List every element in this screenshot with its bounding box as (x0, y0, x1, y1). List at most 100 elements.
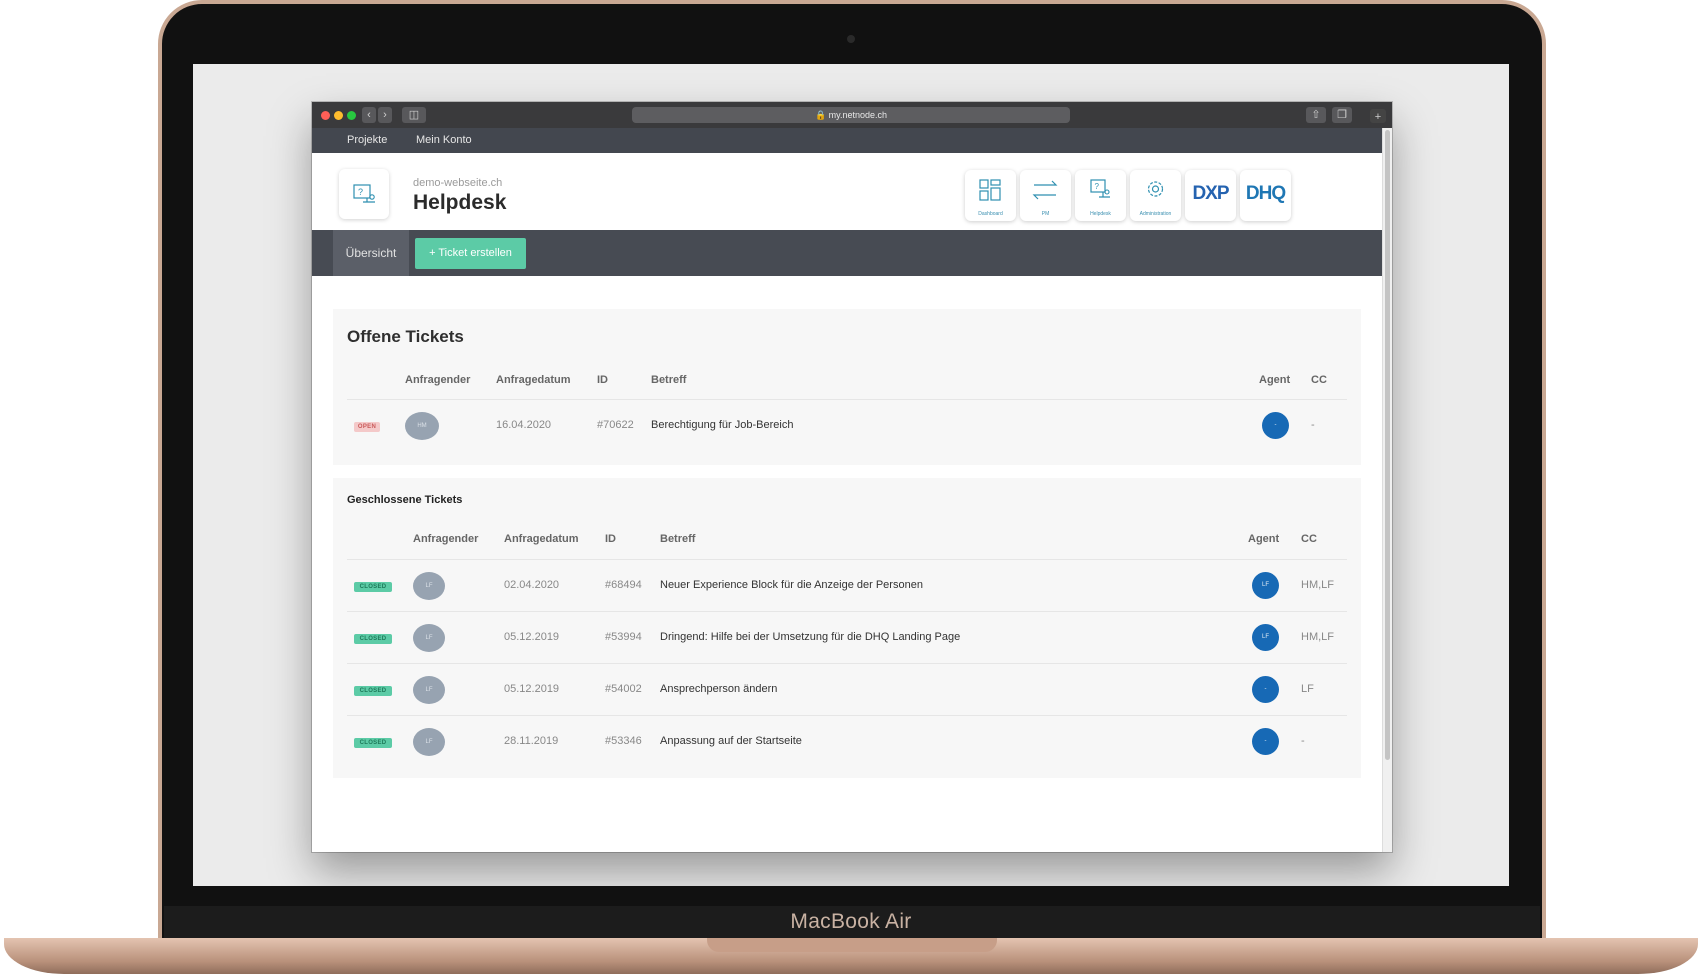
ticket-id: #53994 (605, 631, 642, 643)
scrollbar[interactable] (1382, 128, 1392, 852)
laptop-mockup: ‹ › ◫ 🔒 my.netnode.ch ⇧ ❐ + Projekte Mei… (0, 0, 1702, 976)
column-header: Anfragender (405, 374, 471, 386)
agent-avatar: LF (1252, 624, 1279, 651)
column-header: Betreff (660, 533, 696, 545)
browser-titlebar: ‹ › ◫ 🔒 my.netnode.ch ⇧ ❐ + (312, 102, 1392, 128)
ticket-id: #68494 (605, 579, 642, 591)
svg-text:?: ? (1095, 182, 1100, 191)
open-tickets-title: Offene Tickets (347, 327, 464, 346)
column-header: Betreff (651, 374, 687, 386)
ticket-id: #53346 (605, 735, 642, 747)
forward-button[interactable]: › (378, 107, 392, 123)
gear-icon (1147, 181, 1164, 197)
agent-avatar: - (1252, 728, 1279, 755)
ticket-subject[interactable]: Neuer Experience Block für die Anzeige d… (660, 579, 923, 591)
app-label: PM (1041, 211, 1050, 217)
app-administration-button[interactable]: Administration (1130, 170, 1181, 221)
table-row[interactable]: OPEN HM 16.04.2020 #70622 Berechtigung f… (347, 399, 1347, 451)
ticket-cc: - (1311, 419, 1315, 431)
status-badge: CLOSED (354, 686, 392, 696)
app-label: Administration (1139, 211, 1172, 217)
open-tickets-card: Offene Tickets Anfragender Anfragedatum … (333, 309, 1361, 465)
status-badge: CLOSED (354, 582, 392, 592)
table-row[interactable]: CLOSED LF 05.12.2019 #53994 Dringend: Hi… (347, 611, 1347, 663)
url-text: my.netnode.ch (828, 110, 888, 120)
laptop-notch (707, 938, 997, 952)
ticket-subject[interactable]: Berechtigung für Job-Bereich (651, 419, 793, 431)
column-header: Agent (1248, 533, 1280, 545)
ticket-subject[interactable]: Dringend: Hilfe bei der Umsetzung für di… (660, 631, 960, 643)
app-helpdesk-button[interactable]: ? Helpdesk (1075, 170, 1126, 221)
ticket-cc: HM,LF (1301, 579, 1334, 591)
zoom-window-button[interactable] (347, 111, 356, 120)
nav-link-account[interactable]: Mein Konto (416, 134, 472, 146)
url-bar[interactable]: 🔒 my.netnode.ch (632, 107, 1070, 123)
dhq-logo: DHQ (1245, 183, 1286, 204)
ticket-subject[interactable]: Anpassung auf der Startseite (660, 735, 802, 747)
ticket-date: 16.04.2020 (496, 419, 552, 431)
laptop-screen: ‹ › ◫ 🔒 my.netnode.ch ⇧ ❐ + Projekte Mei… (193, 64, 1509, 886)
column-header: Anfragender (413, 533, 479, 545)
app-dxp-button[interactable]: DXP (1185, 170, 1236, 221)
tab-overview[interactable]: Übersicht (333, 230, 409, 276)
camera (847, 35, 855, 43)
ticket-id: #70622 (597, 419, 634, 431)
page-header: ? demo-webseite.ch Helpdesk Dashboard PM… (312, 153, 1382, 230)
create-ticket-button[interactable]: + Ticket erstellen (415, 238, 526, 269)
project-domain: demo-webseite.ch (413, 177, 503, 189)
device-brand-label: MacBook Air (790, 910, 912, 933)
app-dashboard-button[interactable]: Dashboard (965, 170, 1016, 221)
app-label: Helpdesk (1090, 211, 1111, 217)
column-header: CC (1301, 533, 1317, 545)
closed-tickets-title: Geschlossene Tickets (347, 494, 463, 506)
scrollbar-thumb[interactable] (1385, 130, 1390, 760)
table-row[interactable]: CLOSED LF 05.12.2019 #54002 Ansprechpers… (347, 663, 1347, 715)
column-header: Anfragedatum (496, 374, 571, 386)
app-label: Dashboard (978, 211, 1003, 217)
new-tab-button[interactable]: + (1370, 109, 1386, 123)
share-icon[interactable]: ⇧ (1306, 107, 1326, 123)
column-header: ID (597, 374, 608, 386)
dashboard-icon (979, 179, 1001, 201)
back-button[interactable]: ‹ (362, 107, 376, 123)
app-dhq-button[interactable]: DHQ (1240, 170, 1291, 221)
app-pm-button[interactable]: PM (1020, 170, 1071, 221)
table-row[interactable]: CLOSED LF 28.11.2019 #53346 Anpassung au… (347, 715, 1347, 767)
agent-avatar: - (1252, 676, 1279, 703)
tabs-icon[interactable]: ❐ (1332, 107, 1352, 123)
svg-text:?: ? (358, 187, 363, 197)
sidebar-toggle-icon[interactable]: ◫ (402, 107, 426, 123)
ticket-cc: - (1301, 735, 1305, 747)
nav-link-projects[interactable]: Projekte (347, 134, 387, 146)
avatar: HM (405, 412, 439, 440)
status-badge: CLOSED (354, 634, 392, 644)
ticket-subject[interactable]: Ansprechperson ändern (660, 683, 777, 695)
dxp-logo: DXP (1192, 183, 1229, 204)
ticket-cc: LF (1301, 683, 1314, 695)
closed-tickets-card: Geschlossene Tickets Anfragender Anfrage… (333, 478, 1361, 778)
helpdesk-logo: ? (339, 169, 389, 219)
ticket-id: #54002 (605, 683, 642, 695)
column-header: Anfragedatum (504, 533, 579, 545)
ticket-date: 05.12.2019 (504, 683, 560, 695)
helpdesk-icon: ? (1090, 179, 1110, 198)
ticket-date: 28.11.2019 (504, 735, 559, 747)
column-header: Agent (1259, 374, 1291, 386)
transfer-icon (1032, 180, 1058, 200)
minimize-window-button[interactable] (334, 111, 343, 120)
ticket-date: 02.04.2020 (504, 579, 560, 591)
agent-avatar: - (1262, 412, 1289, 439)
column-header: CC (1311, 374, 1327, 386)
agent-avatar: LF (1252, 572, 1279, 599)
column-header: ID (605, 533, 616, 545)
ticket-cc: HM,LF (1301, 631, 1334, 643)
close-window-button[interactable] (321, 111, 330, 120)
status-badge: CLOSED (354, 738, 392, 748)
browser-window: ‹ › ◫ 🔒 my.netnode.ch ⇧ ❐ + Projekte Mei… (312, 102, 1392, 852)
avatar: LF (413, 572, 445, 600)
table-row[interactable]: CLOSED LF 02.04.2020 #68494 Neuer Experi… (347, 559, 1347, 611)
helpdesk-icon: ? (353, 184, 375, 203)
sub-navigation: Übersicht + Ticket erstellen (312, 230, 1382, 276)
page-title: Helpdesk (413, 191, 507, 214)
avatar: LF (413, 676, 445, 704)
